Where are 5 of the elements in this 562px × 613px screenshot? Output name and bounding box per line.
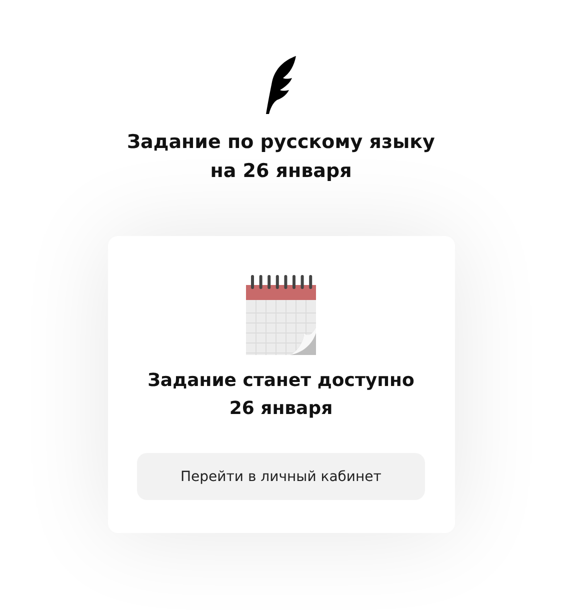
feather-icon (265, 56, 297, 114)
calendar-icon (246, 275, 316, 355)
availability-message: Задание станет доступно 26 января (148, 369, 414, 421)
cabinet-button[interactable]: Перейти в личный кабинет (137, 453, 425, 500)
page-title: Задание по русскому языку на 26 января (127, 130, 435, 184)
